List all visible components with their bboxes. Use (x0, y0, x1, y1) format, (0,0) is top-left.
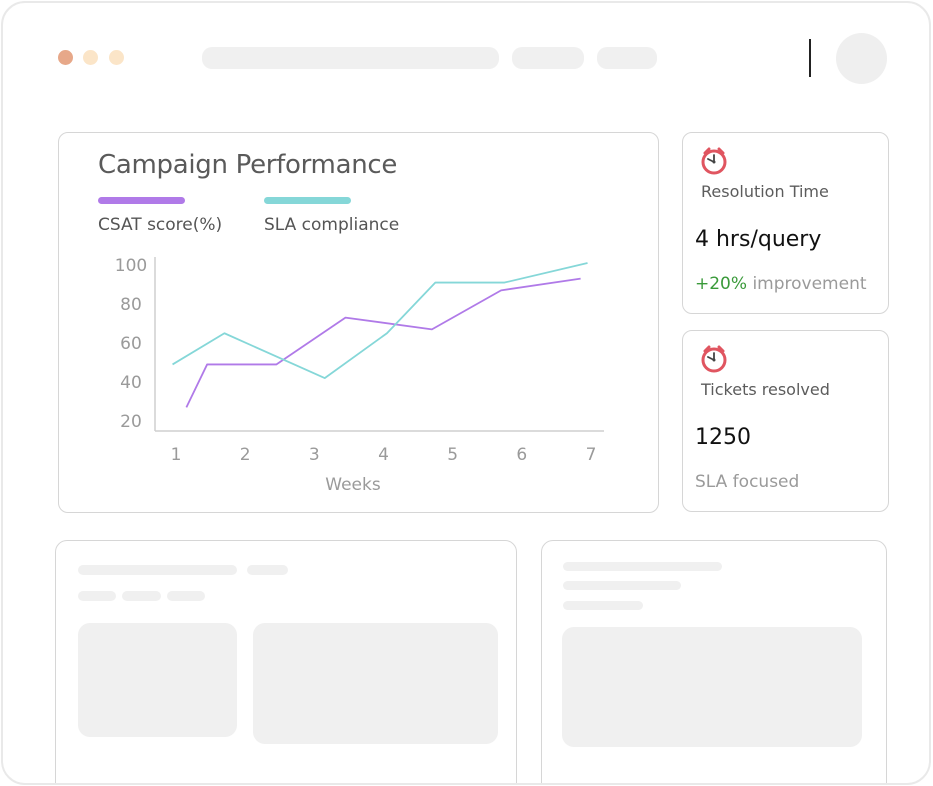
y-tick-label: 100 (115, 256, 147, 276)
x-tick-label: 4 (378, 445, 389, 465)
alarm-clock-icon (701, 345, 727, 373)
y-tick-label: 60 (120, 334, 142, 354)
stat-title: Resolution Time (701, 182, 829, 201)
x-axis-title: Weeks (325, 475, 381, 495)
y-tick-label: 40 (120, 373, 142, 393)
toolbar-pill-placeholder[interactable] (597, 47, 657, 69)
y-tick-label: 80 (120, 295, 142, 315)
stat-value: 4 hrs/query (695, 227, 822, 252)
skeleton-line (563, 601, 643, 610)
x-tick-label: 6 (516, 445, 527, 465)
stat-footnote-text: improvement (752, 274, 867, 294)
x-tick-label: 1 (171, 445, 182, 465)
skeleton-line (247, 565, 288, 575)
skeleton-line (78, 565, 237, 575)
skeleton-line (167, 591, 205, 601)
stat-card-tickets-resolved: Tickets resolved 1250 SLA focused (682, 330, 889, 512)
x-tick-label: 2 (240, 445, 251, 465)
skeleton-line (78, 591, 116, 601)
address-bar-placeholder[interactable] (202, 47, 499, 69)
campaign-performance-card: Campaign Performance CSAT score(%) SLA c… (58, 132, 659, 513)
stat-footnote: +20% improvement (695, 274, 867, 294)
text-cursor (809, 39, 811, 77)
placeholder-card-left (55, 540, 517, 783)
y-tick-label: 20 (120, 412, 142, 432)
window-dot-maximize[interactable] (109, 50, 124, 65)
series-line-sla (172, 262, 588, 380)
skeleton-block (78, 623, 237, 737)
line-chart: 20 40 60 80 100 1 2 3 4 5 6 7 Weeks (115, 256, 604, 495)
stat-value: 1250 (695, 425, 751, 450)
stat-title: Tickets resolved (701, 380, 830, 399)
avatar[interactable] (836, 33, 887, 84)
alarm-clock-icon (701, 147, 727, 175)
stat-footnote: SLA focused (695, 472, 799, 492)
placeholder-card-right (541, 540, 887, 783)
skeleton-line (122, 591, 161, 601)
app-window: Campaign Performance CSAT score(%) SLA c… (1, 1, 931, 785)
x-tick-label: 3 (309, 445, 320, 465)
x-tick-label: 5 (447, 445, 458, 465)
stat-footnote-text: SLA focused (695, 472, 800, 492)
skeleton-line (563, 581, 681, 590)
skeleton-block (253, 623, 498, 744)
skeleton-block (562, 627, 862, 747)
skeleton-line (563, 562, 722, 571)
stat-change-positive: +20% (695, 274, 748, 294)
x-tick-label: 7 (586, 445, 597, 465)
window-dot-minimize[interactable] (83, 50, 98, 65)
window-dot-close[interactable] (58, 50, 73, 65)
toolbar-pill-placeholder[interactable] (512, 47, 584, 69)
stat-card-resolution-time: Resolution Time 4 hrs/query +20% improve… (682, 132, 889, 314)
